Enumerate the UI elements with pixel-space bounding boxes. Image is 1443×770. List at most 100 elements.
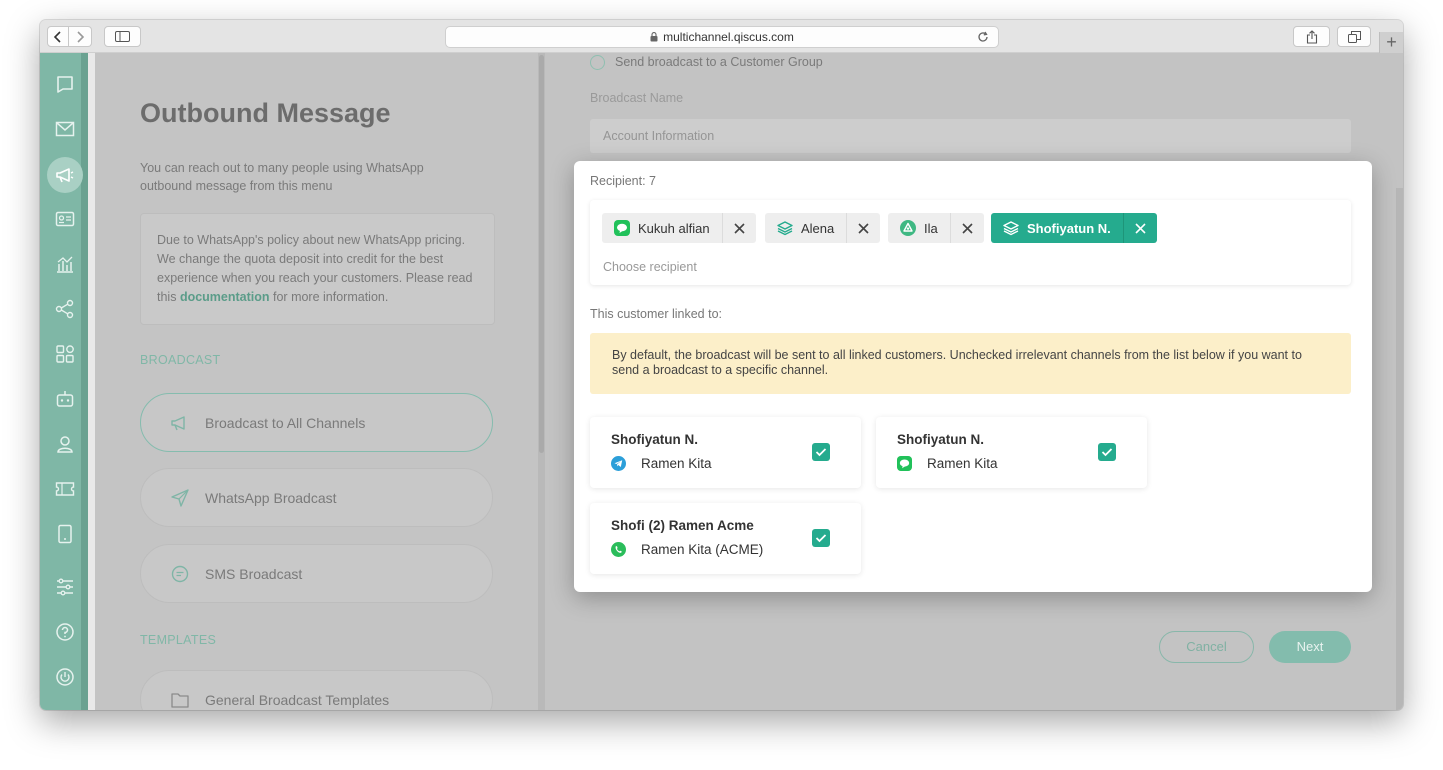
broadcast-all-channels-item[interactable]: Broadcast to All Channels bbox=[140, 393, 493, 452]
back-button[interactable] bbox=[47, 26, 69, 47]
right-panel-scrollbar[interactable] bbox=[1396, 188, 1403, 710]
contact-card-icon[interactable] bbox=[53, 207, 77, 231]
linked-channel-card: Shofi (2) Ramen Acme Ramen Kita (ACME) bbox=[590, 503, 861, 574]
settings-sliders-icon[interactable] bbox=[53, 575, 77, 599]
help-icon[interactable] bbox=[53, 620, 77, 644]
sidebar-toggle-button[interactable] bbox=[104, 26, 141, 47]
remove-chip-button[interactable] bbox=[721, 213, 756, 243]
chip-label: Kukuh alfian bbox=[638, 220, 710, 236]
linked-heading: This customer linked to: bbox=[590, 307, 722, 321]
chevron-right-icon bbox=[77, 30, 85, 43]
lock-icon bbox=[650, 32, 658, 42]
broadcast-section-heading: BROADCAST bbox=[140, 353, 221, 367]
ticket-icon[interactable] bbox=[53, 477, 77, 501]
remove-chip-button[interactable] bbox=[1122, 213, 1157, 243]
chip-label: Shofiyatun N. bbox=[1027, 220, 1111, 236]
radio-button[interactable] bbox=[590, 54, 605, 70]
forward-button[interactable] bbox=[69, 26, 92, 47]
send-icon bbox=[169, 487, 191, 509]
channel-checkbox[interactable] bbox=[1098, 443, 1116, 461]
linked-info-banner: By default, the broadcast will be sent t… bbox=[590, 333, 1351, 394]
left-panel-scrollbar[interactable] bbox=[538, 53, 545, 710]
channel-row: Ramen Kita bbox=[897, 456, 998, 471]
scrollbar-thumb[interactable] bbox=[539, 55, 544, 453]
close-icon bbox=[1135, 222, 1146, 234]
tabs-icon bbox=[1347, 30, 1361, 43]
remove-chip-button[interactable] bbox=[949, 213, 984, 243]
channel-name: Ramen Kita (ACME) bbox=[641, 542, 764, 557]
apps-grid-icon[interactable] bbox=[53, 342, 77, 366]
close-icon bbox=[858, 222, 869, 234]
new-tab-button[interactable]: + bbox=[1379, 32, 1403, 53]
sms-broadcast-item[interactable]: SMS Broadcast bbox=[140, 544, 493, 603]
integration-share-icon[interactable] bbox=[53, 297, 77, 321]
layers-icon bbox=[777, 220, 793, 236]
close-icon bbox=[962, 222, 973, 234]
browser-toolbar: multichannel.qiscus.com + bbox=[40, 20, 1403, 53]
folder-icon bbox=[169, 689, 191, 711]
url-bar[interactable]: multichannel.qiscus.com bbox=[445, 26, 999, 48]
channel-row: Ramen Kita bbox=[611, 456, 712, 471]
chat-icon[interactable] bbox=[53, 72, 77, 96]
remove-chip-button[interactable] bbox=[846, 213, 881, 243]
line-icon bbox=[614, 220, 630, 236]
menu-item-label: Broadcast to All Channels bbox=[205, 414, 366, 431]
documentation-link[interactable]: documentation bbox=[180, 290, 270, 304]
recipient-chip: Ila bbox=[888, 213, 984, 243]
customer-group-option[interactable]: Send broadcast to a Customer Group bbox=[590, 53, 823, 71]
sidebar-icon bbox=[115, 31, 130, 42]
line-icon bbox=[897, 456, 912, 471]
chip-label: Alena bbox=[801, 220, 835, 236]
recipient-search-input[interactable]: Choose recipient bbox=[603, 260, 697, 274]
recipient-chip: Kukuh alfian bbox=[602, 213, 756, 243]
broadcast-name-label: Broadcast Name bbox=[590, 91, 684, 105]
channel-checkbox[interactable] bbox=[812, 443, 830, 461]
chip-body[interactable]: Ila bbox=[888, 213, 950, 243]
menu-item-label: General Broadcast Templates bbox=[205, 691, 390, 708]
channel-checkbox[interactable] bbox=[812, 529, 830, 547]
broadcast-name-input[interactable]: Account Information bbox=[590, 119, 1351, 153]
recipient-count: Recipient: 7 bbox=[590, 174, 657, 188]
recipient-chip-selected: Shofiyatun N. bbox=[991, 213, 1157, 243]
tabs-button[interactable] bbox=[1337, 26, 1371, 47]
radio-label: Send broadcast to a Customer Group bbox=[615, 55, 823, 69]
close-icon bbox=[733, 222, 745, 234]
broadcast-megaphone-icon[interactable] bbox=[47, 157, 83, 193]
mobile-icon[interactable] bbox=[53, 522, 77, 546]
pricing-notice: Due to WhatsApp's policy about new Whats… bbox=[140, 213, 495, 325]
share-button[interactable] bbox=[1293, 26, 1330, 47]
bot-icon[interactable] bbox=[53, 387, 77, 411]
menu-item-label: SMS Broadcast bbox=[205, 565, 303, 582]
chevron-left-icon bbox=[53, 30, 61, 43]
mail-icon[interactable] bbox=[53, 117, 77, 141]
check-icon bbox=[815, 448, 827, 457]
chip-body[interactable]: Shofiyatun N. bbox=[991, 213, 1123, 243]
analytics-icon[interactable] bbox=[53, 252, 77, 276]
check-icon bbox=[815, 534, 827, 543]
page-description: You can reach out to many people using W… bbox=[140, 161, 424, 193]
linked-channel-card: Shofiyatun N. Ramen Kita bbox=[590, 417, 861, 488]
browser-window: multichannel.qiscus.com + Outbound Messa… bbox=[40, 20, 1403, 710]
qiscus-icon bbox=[900, 220, 916, 236]
cancel-button[interactable]: Cancel bbox=[1159, 631, 1254, 663]
url-text: multichannel.qiscus.com bbox=[663, 30, 794, 44]
power-icon[interactable] bbox=[53, 665, 77, 689]
share-icon bbox=[1306, 29, 1317, 44]
agent-icon[interactable] bbox=[53, 432, 77, 456]
notice-text-end: for more information. bbox=[269, 290, 389, 304]
recipient-selector[interactable]: Kukuh alfian Alena Ila Shofiyatun N. Cho… bbox=[590, 200, 1351, 285]
app-sidebar bbox=[40, 53, 88, 710]
customer-name: Shofiyatun N. bbox=[897, 432, 984, 447]
whatsapp-broadcast-item[interactable]: WhatsApp Broadcast bbox=[140, 468, 493, 527]
chip-body[interactable]: Kukuh alfian bbox=[602, 213, 722, 243]
customer-name: Shofiyatun N. bbox=[611, 432, 698, 447]
reload-icon[interactable] bbox=[976, 30, 990, 44]
chip-body[interactable]: Alena bbox=[765, 213, 847, 243]
check-icon bbox=[1101, 448, 1113, 457]
general-templates-item[interactable]: General Broadcast Templates bbox=[140, 670, 493, 710]
telegram-icon bbox=[611, 456, 626, 471]
sms-icon bbox=[169, 563, 191, 585]
customer-name: Shofi (2) Ramen Acme bbox=[611, 518, 754, 533]
menu-item-label: WhatsApp Broadcast bbox=[205, 489, 337, 506]
next-button[interactable]: Next bbox=[1269, 631, 1351, 663]
